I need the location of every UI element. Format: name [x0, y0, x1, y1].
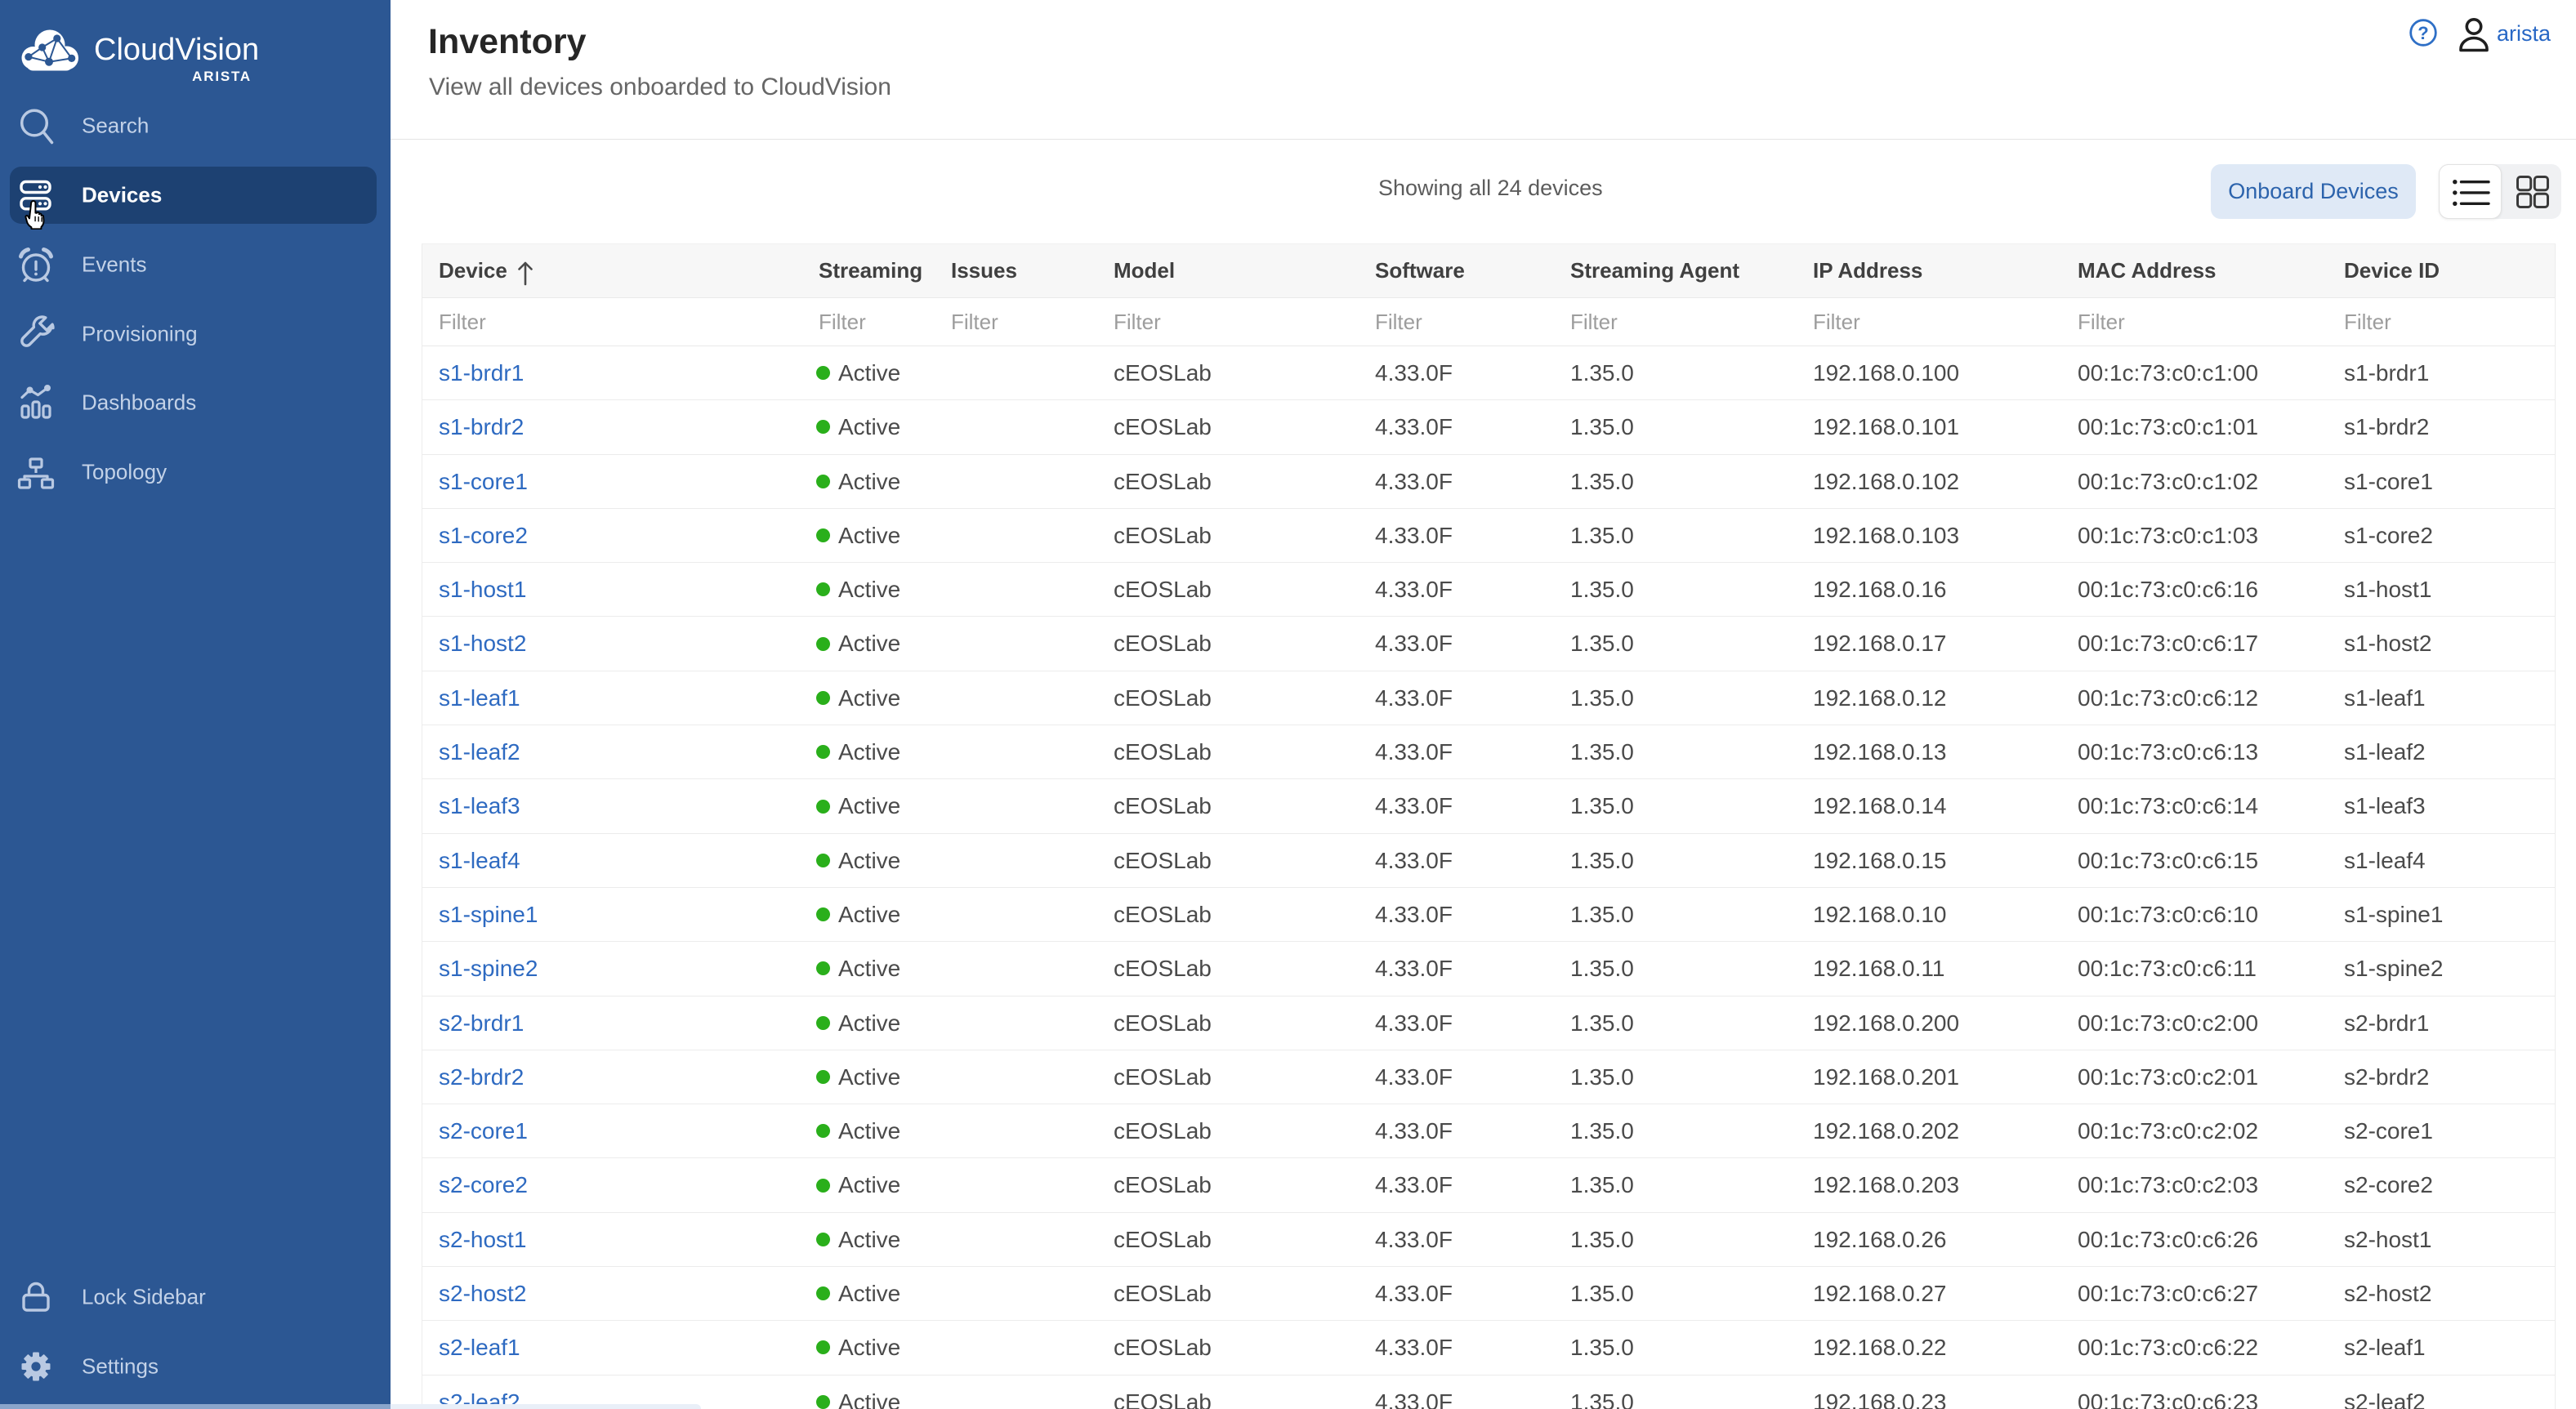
svg-text:?: ?	[2418, 23, 2428, 43]
